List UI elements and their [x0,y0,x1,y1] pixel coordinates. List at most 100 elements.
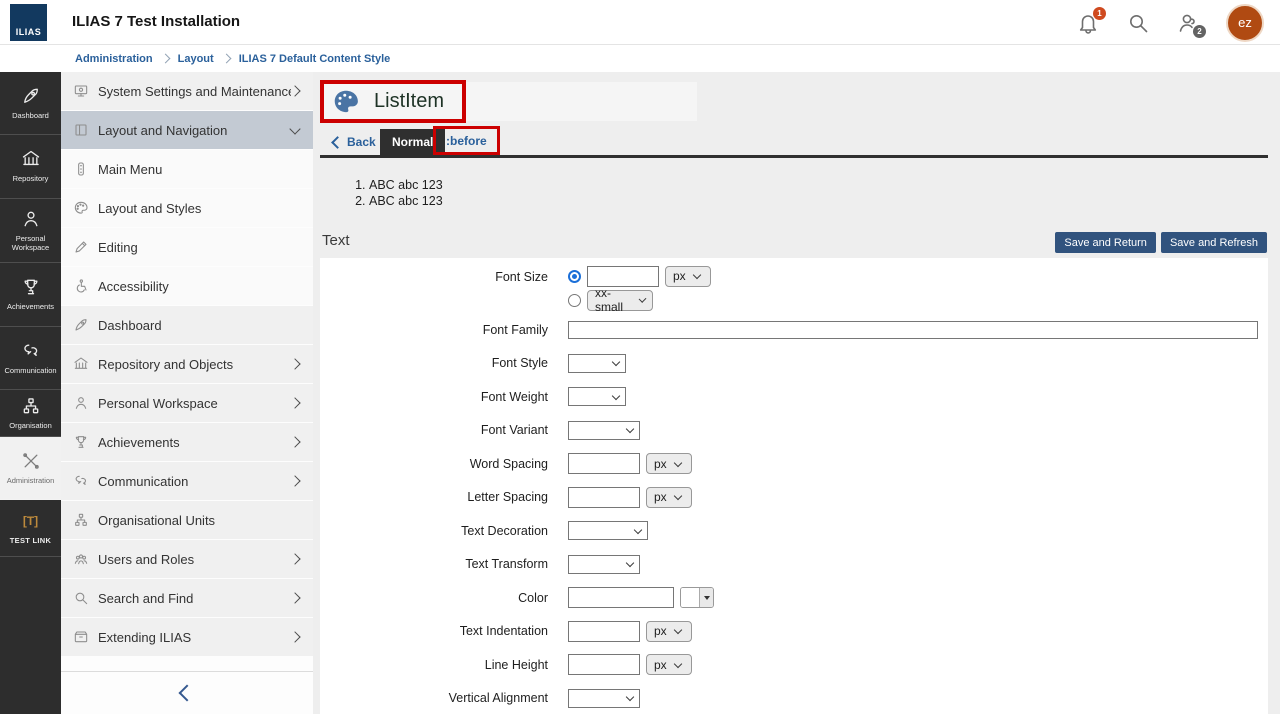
avatar[interactable]: ez [1226,4,1264,42]
sidebar-collapse-button[interactable] [61,671,313,714]
notifications-button[interactable]: 1 [1076,11,1100,35]
chevron-right-icon [289,475,300,486]
word-spacing-unit-select[interactable]: px [646,453,692,474]
save-and-return-button[interactable]: Save and Return [1055,232,1156,253]
rail-item-organisation[interactable]: Organisation [0,390,61,437]
font-variant-select[interactable] [568,421,640,440]
awareness-button[interactable]: 2 [1176,11,1200,35]
breadcrumb-separator-icon [160,53,170,63]
form-control [568,354,626,373]
sidebar-item-layout-and-styles[interactable]: Layout and Styles [61,189,313,227]
sidebar-item-accessibility[interactable]: Accessibility [61,267,313,305]
text-decoration-select[interactable] [568,521,648,540]
form-control: px [568,487,692,508]
sidebar-item-dashboard[interactable]: Dashboard [61,306,313,344]
word-spacing-input[interactable] [568,453,640,474]
color-dropdown-arrow-icon [699,588,713,607]
ilias-logo[interactable]: ILIAS [10,4,47,41]
rail-item-repository[interactable]: Repository [0,135,61,199]
sidebar-item-label: Accessibility [98,279,299,294]
content-area: ListItem Back Normal :before ABC abc 123… [313,72,1280,714]
save-and-refresh-button[interactable]: Save and Refresh [1161,232,1267,253]
color-input[interactable] [568,587,674,608]
style-preview-list: ABC abc 123 ABC abc 123 [352,178,443,209]
ilias-app: ILIAS ILIAS 7 Test Installation 1 2 ez A… [0,0,1280,714]
font-weight-select[interactable] [568,387,626,406]
breadcrumb-item-layout[interactable]: Layout [178,53,214,65]
select-value: px [654,624,667,638]
sidebar-item-achievements[interactable]: Achievements [61,423,313,461]
form-control: px [568,654,692,675]
line-height-unit-select[interactable]: px [646,654,692,675]
font-size-keyword-select[interactable]: xx-small [587,290,653,311]
form-row-font-size: Font Sizepxxx-small [320,265,1268,313]
back-tab[interactable]: Back [333,135,376,149]
breadcrumb-item-administration[interactable]: Administration [75,53,153,65]
breadcrumb-item-ilias-7-default-content-style[interactable]: ILIAS 7 Default Content Style [239,53,391,65]
rail-item-label: Personal Workspace [0,234,61,253]
sidebar-item-layout-and-navigation[interactable]: Layout and Navigation [61,111,313,149]
form-label-text-transform: Text Transform [320,557,568,571]
font-size-numeric-radio[interactable] [568,270,581,283]
sidebar-item-organisational-units[interactable]: Organisational Units [61,501,313,539]
form-row-text-decoration: Text Decoration [320,514,1268,548]
color-picker-button[interactable] [680,587,714,608]
select-value: px [654,658,667,672]
sidebar-item-main-menu[interactable]: Main Menu [61,150,313,188]
chevron-right-icon [289,397,300,408]
bank-icon [73,356,89,372]
style-properties-form: Font Sizepxxx-smallFont FamilyFont Style… [320,258,1268,714]
sidebar-item-label: Search and Find [98,591,291,606]
rail-item-dashboard[interactable]: Dashboard [0,72,61,135]
font-size-keyword-radio[interactable] [568,294,581,307]
sidebar-item-search-and-find[interactable]: Search and Find [61,579,313,617]
font-style-select[interactable] [568,354,626,373]
rail-item-communication[interactable]: Communication [0,327,61,390]
form-actions: Save and Return Save and Refresh [1055,232,1267,253]
rail-item-label: Communication [1,366,59,375]
chevron-left-icon [331,136,344,149]
wheelchair-icon [73,278,89,294]
line-height-input[interactable] [568,654,640,675]
text-transform-select[interactable] [568,555,640,574]
sidebar-item-repository-and-objects[interactable]: Repository and Objects [61,345,313,383]
select-value: px [673,269,686,283]
person-icon [73,395,89,411]
tab-before[interactable]: :before [446,134,487,148]
sidebar-item-system-settings-and-maintenance[interactable]: System Settings and Maintenance [61,72,313,110]
text-indentation-input[interactable] [568,621,640,642]
font-size-unit-select[interactable]: px [665,266,711,287]
vertical-alignment-select[interactable] [568,689,640,708]
font-family-input[interactable] [568,321,1258,339]
form-control: px [568,621,692,642]
sidebar-item-extending-ilias[interactable]: Extending ILIAS [61,618,313,656]
sidebar-item-label: Communication [98,474,291,489]
chevron-down-icon [626,693,634,701]
top-icons: 1 2 ez [1076,0,1264,45]
letter-spacing-input[interactable] [568,487,640,508]
font-size-keyword-option: xx-small [568,289,711,311]
text-indentation-unit-select[interactable]: px [646,621,692,642]
font-size-input[interactable] [587,266,659,287]
sidebar-item-label: Users and Roles [98,552,291,567]
sidebar-item-personal-workspace[interactable]: Personal Workspace [61,384,313,422]
sidebar-item-label: Editing [98,240,299,255]
chevron-down-icon [634,526,642,534]
rail-item-achievements[interactable]: Achievements [0,263,61,327]
rail-item-test-link[interactable]: [T] TEST LINK [0,500,61,557]
sidebar-item-users-and-roles[interactable]: Users and Roles [61,540,313,578]
rail-item-personal-workspace[interactable]: Personal Workspace [0,199,61,263]
chevron-down-icon [692,271,700,279]
chat-icon [73,473,89,489]
palette-outline-icon [73,200,89,216]
letter-spacing-unit-select[interactable]: px [646,487,692,508]
sidebar-item-editing[interactable]: Editing [61,228,313,266]
rail-item-label: Achievements [4,302,57,311]
form-control: px [568,453,692,474]
sidebar-item-communication[interactable]: Communication [61,462,313,500]
search-button[interactable] [1126,11,1150,35]
preview-list-item: ABC abc 123 [369,194,443,210]
chat-icon [21,341,41,361]
main-menu-rail: Dashboard Repository Personal Workspace … [0,72,61,714]
rail-item-administration[interactable]: Administration [0,437,61,500]
